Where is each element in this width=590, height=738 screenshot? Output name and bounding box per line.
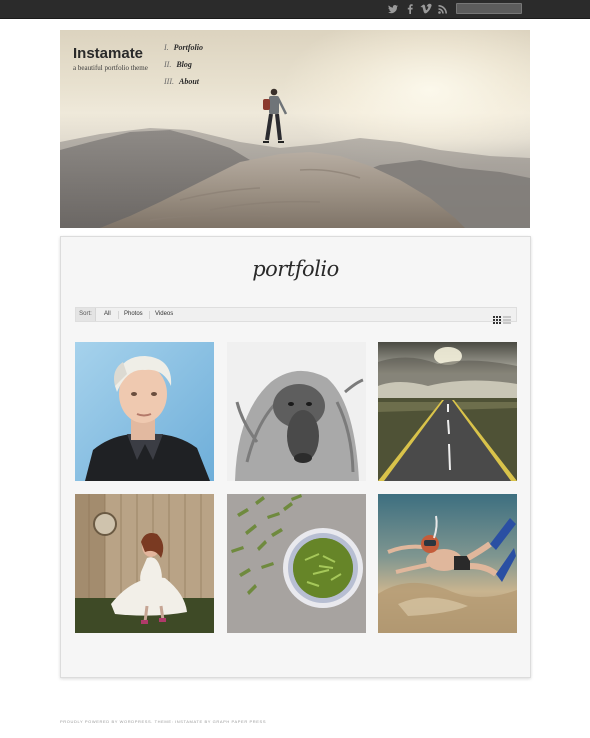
woman-porch-photo xyxy=(75,494,214,633)
nav-item-number: III. xyxy=(164,77,174,86)
nav-item-blog[interactable]: II. Blog xyxy=(164,60,192,69)
filter-photos[interactable]: Photos xyxy=(124,308,143,321)
list-view-icon xyxy=(503,316,511,324)
gallery-item-green-tea[interactable] xyxy=(227,494,366,633)
sort-label: Sort: xyxy=(76,308,96,321)
filter-divider xyxy=(149,311,150,319)
site-title[interactable]: Instamate xyxy=(73,45,143,62)
filter-divider xyxy=(118,311,119,319)
portrait-photo xyxy=(75,342,214,481)
nav-item-label: Portfolio xyxy=(173,43,204,52)
gallery-item-road[interactable] xyxy=(378,342,517,481)
rss-icon[interactable] xyxy=(437,3,449,15)
search-input[interactable] xyxy=(456,3,522,14)
gallery-item-baboon[interactable] xyxy=(227,342,366,481)
diver-photo xyxy=(378,494,517,633)
sort-bar: Sort: All Photos Videos xyxy=(75,307,517,324)
portfolio-panel: portfolio Sort: All Photos Videos xyxy=(60,236,531,678)
green-tea-photo xyxy=(227,494,366,633)
gallery-item-woman-porch[interactable] xyxy=(75,494,214,633)
nav-item-portfolio[interactable]: I. Portfolio xyxy=(164,43,203,52)
gallery-item-diver[interactable] xyxy=(378,494,517,633)
vimeo-icon[interactable] xyxy=(420,3,432,15)
filter-videos[interactable]: Videos xyxy=(155,308,173,321)
nav-item-number: II. xyxy=(164,60,172,69)
facebook-icon[interactable] xyxy=(404,3,416,15)
baboon-photo xyxy=(227,342,366,481)
nav-item-number: I. xyxy=(164,43,169,52)
site-tagline: a beautiful portfolio theme xyxy=(73,64,148,72)
nav-item-label: About xyxy=(179,77,200,86)
portfolio-heading: portfolio xyxy=(252,257,339,281)
twitter-icon[interactable] xyxy=(387,3,399,15)
road-photo xyxy=(378,342,517,481)
filter-all[interactable]: All xyxy=(104,308,111,321)
nav-item-label: Blog xyxy=(176,60,192,69)
gallery-item-portrait[interactable] xyxy=(75,342,214,481)
hiker-figure xyxy=(263,88,288,143)
view-toggle xyxy=(493,311,511,324)
grid-view-icon xyxy=(493,316,501,324)
footer-credits: PROUDLY POWERED BY WORDPRESS. THEME: INS… xyxy=(60,719,267,724)
top-bar xyxy=(0,0,590,19)
nav-item-about[interactable]: III. About xyxy=(164,77,199,86)
